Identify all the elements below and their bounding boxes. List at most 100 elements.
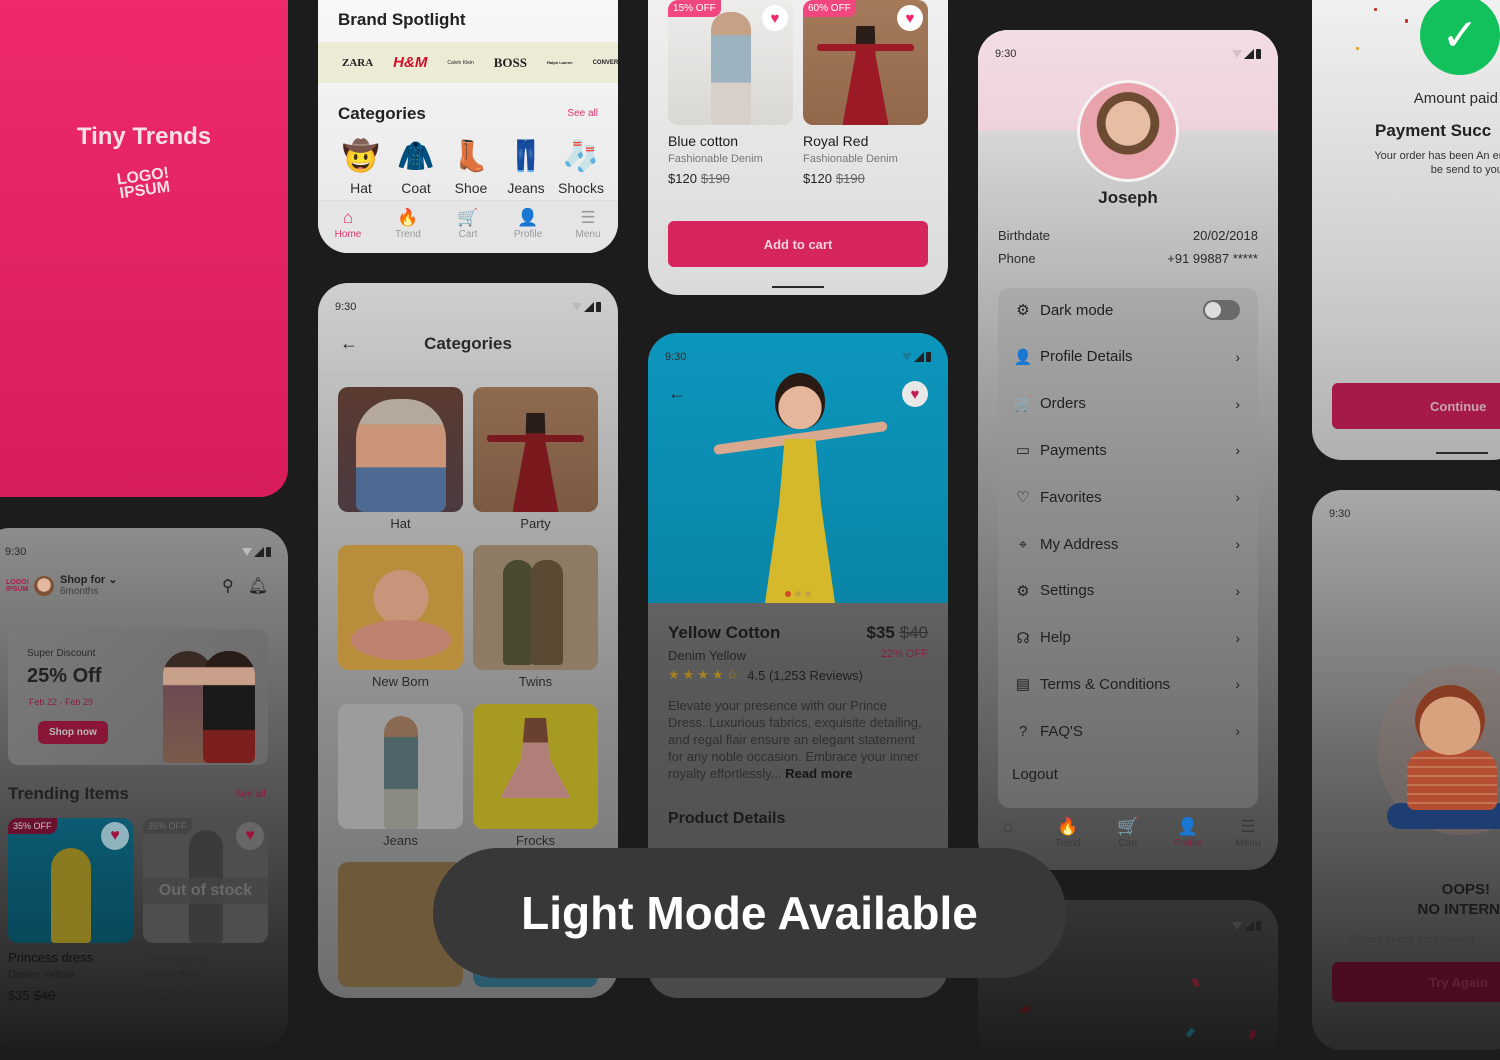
nav-trend[interactable]: 🔥 Trend: [383, 207, 433, 253]
brand-logo[interactable]: Calvin Klein: [447, 60, 473, 66]
add-to-cart-button[interactable]: Add to cart: [668, 221, 928, 267]
category-label: Party: [520, 516, 551, 531]
chevron-right-icon: ›: [1235, 348, 1240, 365]
nav-label: Trend: [1055, 838, 1081, 849]
menu-item-orders[interactable]: 🛒 Orders ›: [1012, 392, 1240, 416]
brand-logo[interactable]: H&M: [393, 54, 427, 71]
brand-logo[interactable]: BOSS: [494, 55, 527, 71]
payment-success-screen: ✓ Amount paid Payment Succ Your order ha…: [1312, 0, 1500, 460]
see-all-link[interactable]: See all: [567, 108, 598, 119]
brand-logo[interactable]: ZARA: [342, 57, 373, 69]
star-filled-icon: ★: [697, 667, 709, 682]
battery-icon: [1256, 921, 1261, 931]
status-time: 9:30: [995, 48, 1017, 60]
profile-avatar[interactable]: [1077, 80, 1179, 182]
dark-mode-toggle[interactable]: [1203, 300, 1240, 320]
read-more-link[interactable]: Read more: [785, 766, 852, 781]
try-again-button[interactable]: Try Again: [1332, 962, 1500, 1002]
see-all-link[interactable]: See all: [235, 789, 266, 800]
chevron-right-icon: ›: [1235, 536, 1240, 552]
category-item[interactable]: 🧥 Coat: [389, 134, 443, 197]
product-list-screen: 15% OFF ♥ 60% OFF ♥ Blue cotton Fashiona…: [648, 0, 948, 295]
category-tile[interactable]: Frocks: [473, 704, 598, 848]
bell-icon[interactable]: 🔔︎: [248, 576, 268, 596]
menu-item-settings[interactable]: ⚙ Settings ›: [1012, 579, 1240, 603]
image-pager[interactable]: [648, 591, 948, 597]
continue-button[interactable]: Continue: [1332, 383, 1500, 429]
profile-name: Joseph: [1098, 188, 1158, 207]
amount-paid-label: Amount paid: [1413, 90, 1498, 107]
heart-icon[interactable]: ♥: [902, 381, 928, 407]
nav-cart[interactable]: 🛒 Cart: [1103, 816, 1153, 870]
category-tile[interactable]: New Born: [338, 545, 463, 689]
discount-badge: 60% OFF: [803, 0, 856, 17]
profile-details-icon: 👤: [1013, 348, 1033, 366]
logo-line-1: LOGO!: [6, 579, 29, 586]
shop-now-button[interactable]: Shop now: [38, 721, 108, 744]
product-subtitle: Fashionable Denim: [668, 153, 763, 165]
menu-item-payments[interactable]: ▭ Payments ›: [1012, 438, 1240, 462]
category-label: Twins: [518, 674, 553, 689]
nav-trend[interactable]: 🔥 Trend: [1043, 816, 1093, 870]
nav-profile[interactable]: 👤 Profile: [503, 207, 553, 253]
promo-banner[interactable]: Super Discount 25% Off Feb 22 - Feb 29 S…: [8, 629, 268, 765]
pager-dot[interactable]: [805, 591, 811, 597]
logo-ipsum: LOGO! IPSUM: [0, 150, 288, 218]
category-item[interactable]: 🤠 Hat: [334, 134, 388, 197]
chevron-right-icon: ›: [1235, 582, 1240, 599]
trending-card[interactable]: 35% OFF ♥ Out of stock: [143, 818, 268, 943]
profile-menu: ⚙ Dark mode 👤 Profile Details › 🛒 Orders › ▭ Pa…: [998, 288, 1258, 808]
category-tile[interactable]: Hat: [338, 387, 463, 531]
discount-label: 22% OFF: [880, 648, 928, 660]
nav-home[interactable]: ⌂ Home: [323, 207, 373, 253]
nav-menu[interactable]: ☰ Menu: [1223, 816, 1273, 870]
product-price: $35 $40: [867, 623, 928, 643]
menu-label: My Address: [1040, 535, 1119, 553]
search-icon[interactable]: ⚲: [222, 576, 234, 596]
category-tile[interactable]: Party: [473, 387, 598, 531]
product-hero-image: 9:30 ← ♥: [648, 333, 948, 603]
pager-dot[interactable]: [795, 591, 801, 597]
back-arrow-icon[interactable]: ←: [668, 383, 686, 404]
brand-logo[interactable]: CONVERSE: [593, 60, 618, 66]
category-tile[interactable]: Twins: [473, 545, 598, 689]
nav-cart[interactable]: 🛒 Cart: [443, 207, 493, 253]
menu-item-my-address[interactable]: ⌖ My Address ›: [1012, 532, 1240, 556]
confetti: [1374, 8, 1377, 11]
product-card[interactable]: 60% OFF ♥: [803, 0, 928, 125]
dark-mode-row[interactable]: ⚙ Dark mode: [1012, 298, 1240, 322]
price-old: $40: [168, 988, 191, 1003]
heart-icon[interactable]: ♥: [101, 822, 129, 850]
nav-profile[interactable]: 👤 Profile: [1163, 816, 1213, 870]
menu-item-terms-conditions[interactable]: ▤ Terms & Conditions ›: [1012, 672, 1240, 696]
category-item[interactable]: 👢 Shoe: [444, 134, 498, 197]
menu-item-profile-details[interactable]: 👤 Profile Details ›: [1012, 345, 1240, 369]
category-tile[interactable]: Jeans: [338, 704, 463, 848]
nav-label: Menu: [575, 229, 601, 240]
product-name: Blue cotton: [668, 133, 739, 149]
child-avatar[interactable]: [34, 576, 54, 596]
trending-card[interactable]: 35% OFF ♥: [8, 818, 133, 943]
category-item[interactable]: 👖 Jeans: [499, 134, 553, 197]
heart-icon[interactable]: ♥: [897, 5, 923, 31]
heart-icon[interactable]: ♥: [236, 822, 264, 850]
category-label: New Born: [371, 674, 430, 689]
logout-button[interactable]: Logout: [1012, 762, 1240, 786]
trend-icon: 🔥: [397, 208, 419, 227]
pager-dot[interactable]: [785, 591, 791, 597]
menu-item-favorites[interactable]: ♡ Favorites ›: [1012, 485, 1240, 509]
shop-for-selector[interactable]: Shop for ⌄ 6months: [60, 574, 118, 598]
category-item[interactable]: 🧦 Shocks: [554, 134, 608, 197]
terms-conditions-icon: ▤: [1015, 676, 1031, 694]
menu-item-faq-s[interactable]: ? FAQ'S ›: [1012, 719, 1240, 743]
nav-menu[interactable]: ☰ Menu: [563, 207, 613, 253]
category-shocks-icon: 🧦: [562, 139, 600, 173]
menu-item-help[interactable]: ☊ Help ›: [1012, 626, 1240, 650]
product-price: $35 $40: [8, 988, 55, 1003]
home-indicator: [1436, 452, 1488, 454]
product-card[interactable]: 15% OFF ♥: [668, 0, 793, 125]
page-title: Categories: [424, 334, 512, 353]
brand-logo[interactable]: Ralph Lauren: [547, 60, 573, 65]
app-title: Tiny Trends: [76, 123, 212, 150]
heart-icon[interactable]: ♥: [762, 5, 788, 31]
